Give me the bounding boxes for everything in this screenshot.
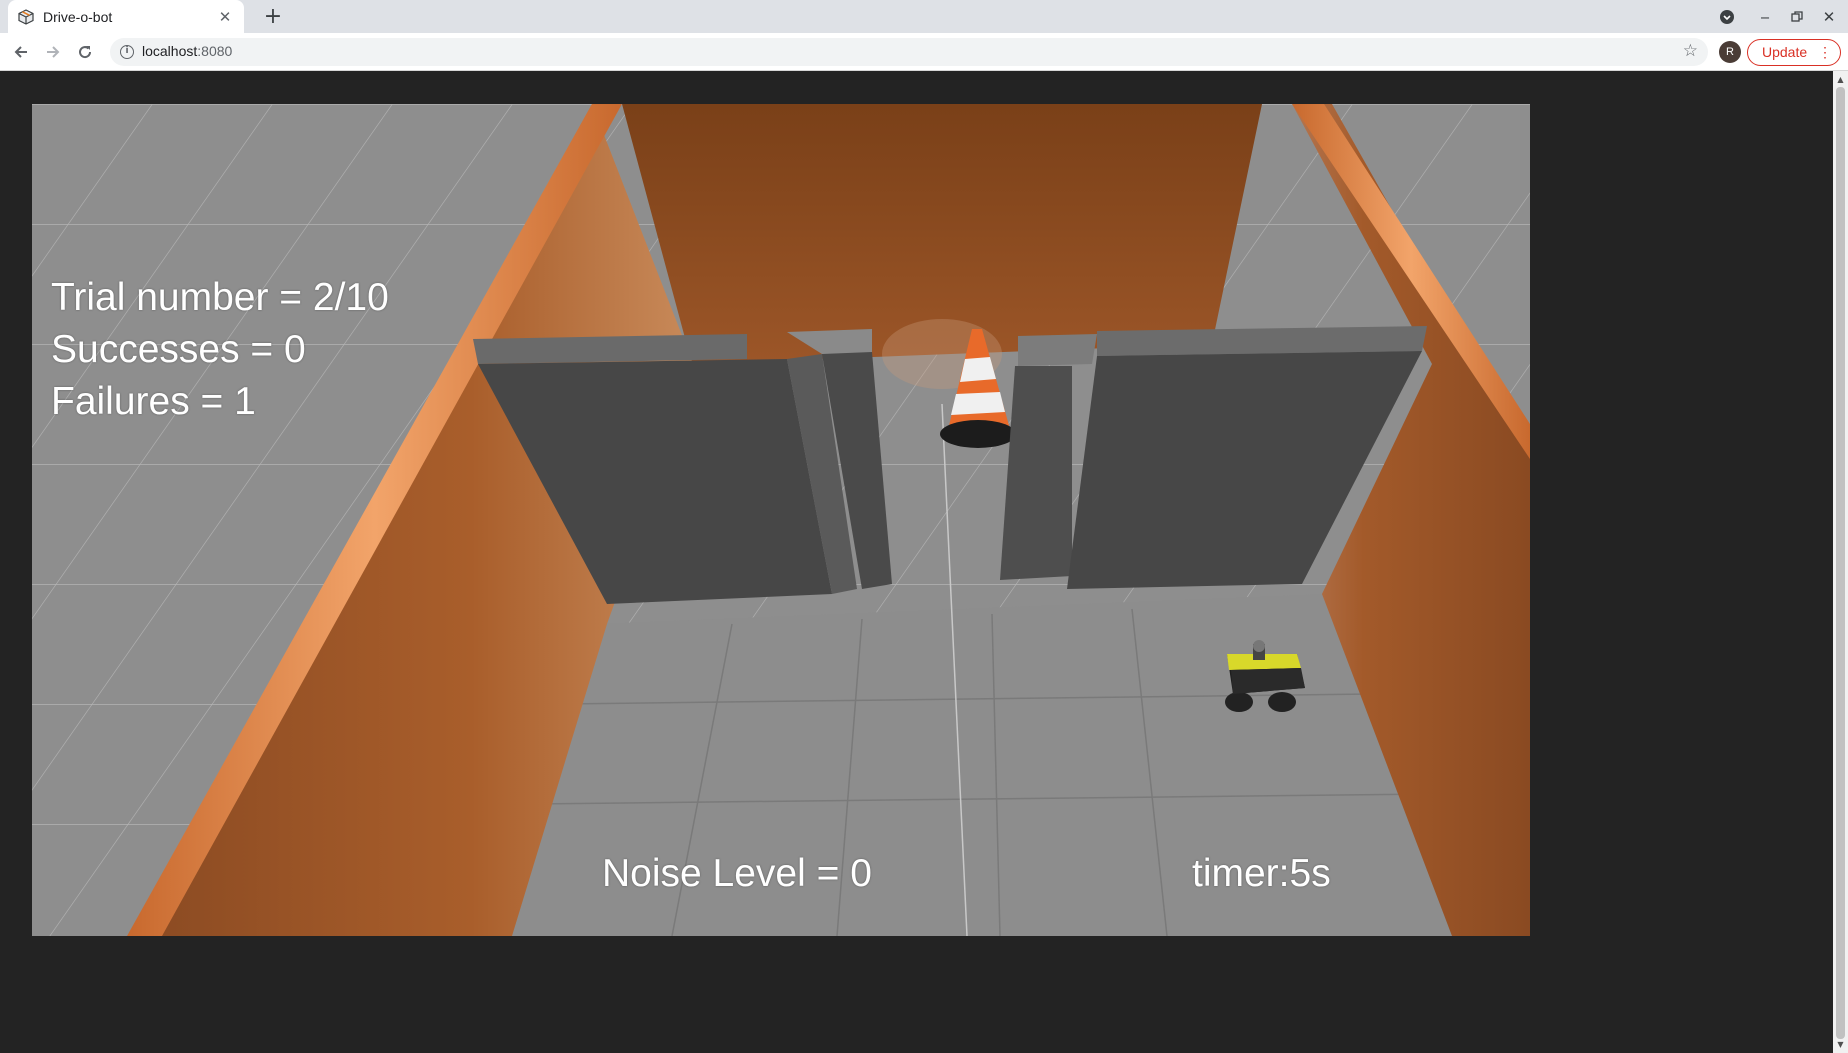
favicon-box-icon xyxy=(18,8,34,25)
minimize-icon[interactable]: ‒ xyxy=(1752,4,1778,30)
tab-search-icon[interactable] xyxy=(1714,4,1740,30)
tab-strip: Drive-o-bot ✕ + ‒ ✕ xyxy=(0,0,1848,33)
avatar[interactable]: R xyxy=(1719,41,1741,63)
plus-icon[interactable]: + xyxy=(259,3,287,31)
update-button[interactable]: Update ⋮ xyxy=(1747,39,1841,66)
trial-number-label: Trial number = 2/10 xyxy=(51,276,389,319)
scroll-up-icon[interactable]: ▲ xyxy=(1833,75,1848,84)
url-text[interactable]: localhost:8080 xyxy=(142,43,232,59)
noise-level-label: Noise Level = 0 xyxy=(602,852,872,895)
browser-tab[interactable]: Drive-o-bot ✕ xyxy=(8,0,244,33)
window-close-icon[interactable]: ✕ xyxy=(1816,4,1842,30)
reload-icon[interactable] xyxy=(72,39,98,65)
forward-arrow-icon[interactable] xyxy=(40,39,66,65)
page-scrollbar[interactable]: ▲ ▼ xyxy=(1833,71,1848,1053)
kebab-menu-icon: ⋮ xyxy=(1818,44,1832,60)
successes-label: Successes = 0 xyxy=(51,328,306,371)
info-icon[interactable]: i xyxy=(120,45,134,59)
simulation-viewport[interactable]: Trial number = 2/10 Successes = 0 Failur… xyxy=(32,104,1530,936)
browser-toolbar: i localhost:8080 ☆ R Update ⋮ xyxy=(0,33,1848,71)
restore-icon[interactable] xyxy=(1784,4,1810,30)
scroll-down-icon[interactable]: ▼ xyxy=(1833,1040,1848,1049)
timer-label: timer:5s xyxy=(1192,852,1331,895)
bookmark-star-icon[interactable]: ☆ xyxy=(1683,41,1698,61)
scroll-thumb[interactable] xyxy=(1836,87,1845,1039)
tab-title: Drive-o-bot xyxy=(43,8,113,25)
back-arrow-icon[interactable] xyxy=(8,39,34,65)
address-bar[interactable]: i localhost:8080 ☆ xyxy=(110,38,1708,66)
scene-render xyxy=(32,104,1530,936)
failures-label: Failures = 1 xyxy=(51,380,256,423)
update-label: Update xyxy=(1762,44,1808,60)
close-icon[interactable]: ✕ xyxy=(216,8,234,26)
